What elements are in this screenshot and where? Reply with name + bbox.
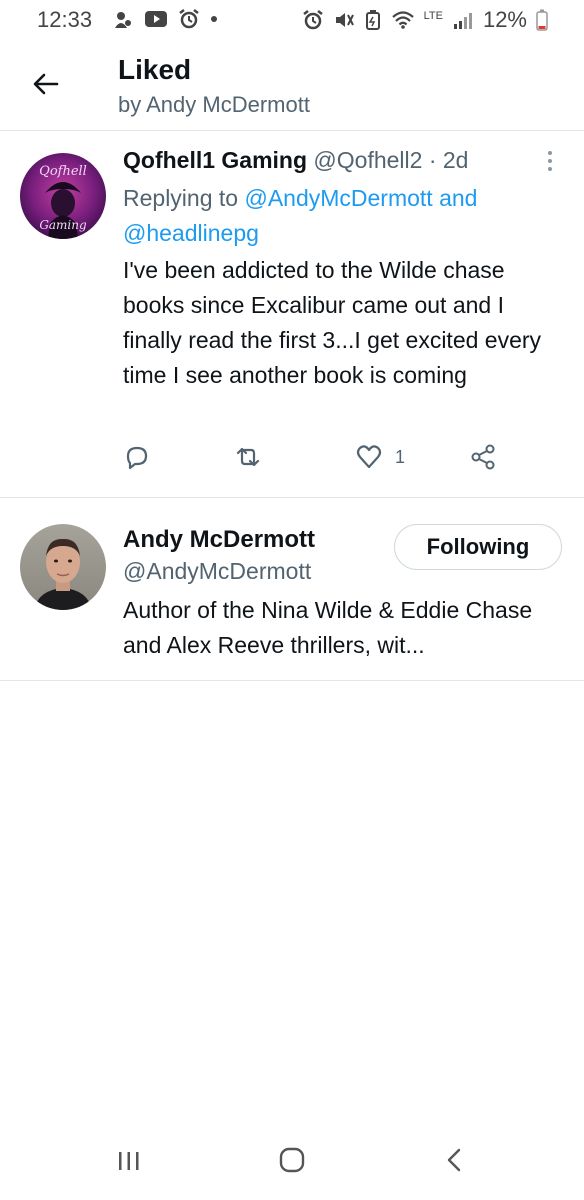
more-options-button[interactable] [544,149,556,177]
system-back-button[interactable] [444,1146,464,1179]
page-title: Liked [118,54,192,85]
reply-and-text[interactable]: and [433,185,477,211]
tweet[interactable]: Qofhell Gaming Qofhell1 Gaming @Qofhell2… [0,131,584,498]
reply-mention-link[interactable]: @AndyMcDermott [244,185,432,211]
back-arrow-icon [33,73,59,95]
retweet-icon [236,447,260,467]
avatar-text-bottom: Gaming [39,218,87,232]
user-name[interactable]: Andy McDermott [123,526,315,554]
status-time: 12:33 [37,7,93,32]
youtube-icon [145,11,167,27]
back-button[interactable] [30,68,62,100]
user-handle[interactable]: @AndyMcDermott [123,558,311,585]
mute-icon [335,13,354,27]
home-button[interactable] [278,1146,306,1179]
status-bar: 12:33 LTE 12% [0,0,584,40]
tweet-header: Qofhell1 Gaming @Qofhell2 · 2d [123,147,468,174]
signal-icon [453,13,472,29]
system-icons: LTE 12% [302,7,548,33]
avatar[interactable]: Qofhell Gaming [20,153,106,239]
page-header: Liked by Andy McDermott [0,40,584,131]
battery-saver-icon [365,10,380,30]
wifi-icon [391,11,414,29]
replying-to: Replying to @AndyMcDermott and @headline… [123,181,563,251]
like-button[interactable]: 1 [355,443,405,471]
battery-icon [536,9,548,31]
alarm-icon [179,9,199,29]
andy-avatar-image [20,524,106,610]
dot-icon [211,16,217,22]
following-button[interactable]: Following [394,524,562,570]
qofhell-avatar-image: Qofhell Gaming [20,153,106,239]
avatar[interactable] [20,524,106,610]
home-icon [279,1147,305,1173]
tweet-actions: 1 [123,443,543,475]
user-card[interactable]: Andy McDermott @AndyMcDermott Following … [0,498,584,681]
network-type: LTE [423,10,443,22]
like-count: 1 [395,446,406,467]
retweet-button[interactable] [233,443,263,471]
share-icon [471,444,495,470]
reply-button[interactable] [123,443,151,471]
alarm-icon [302,10,323,30]
system-navigation-bar [0,1130,584,1200]
replying-prefix: Replying to [123,185,245,211]
share-button[interactable] [469,443,497,471]
page-subtitle: by Andy McDermott [118,92,310,117]
chevron-left-icon [447,1148,461,1172]
tweet-author-name[interactable]: Qofhell1 Gaming [123,147,307,173]
user-bio: Author of the Nina Wilde & Eddie Chase a… [123,597,533,658]
tweet-separator: · [422,147,443,173]
battery-percent: 12% [482,7,527,32]
tweet-text: I've been addicted to the Wilde chase bo… [123,257,542,388]
tweet-time[interactable]: 2d [443,147,469,173]
recent-apps-button[interactable] [116,1146,142,1179]
notification-app-icon [115,12,131,28]
heart-icon [356,445,382,469]
more-vertical-icon [548,151,552,171]
avatar-text-top: Qofhell [39,164,87,179]
reply-icon [126,446,148,470]
tweet-author-handle[interactable]: @Qofhell2 [313,147,422,173]
recent-apps-icon [119,1152,139,1170]
notification-icons [112,8,218,30]
reply-mention-link[interactable]: @headlinepg [123,220,259,246]
